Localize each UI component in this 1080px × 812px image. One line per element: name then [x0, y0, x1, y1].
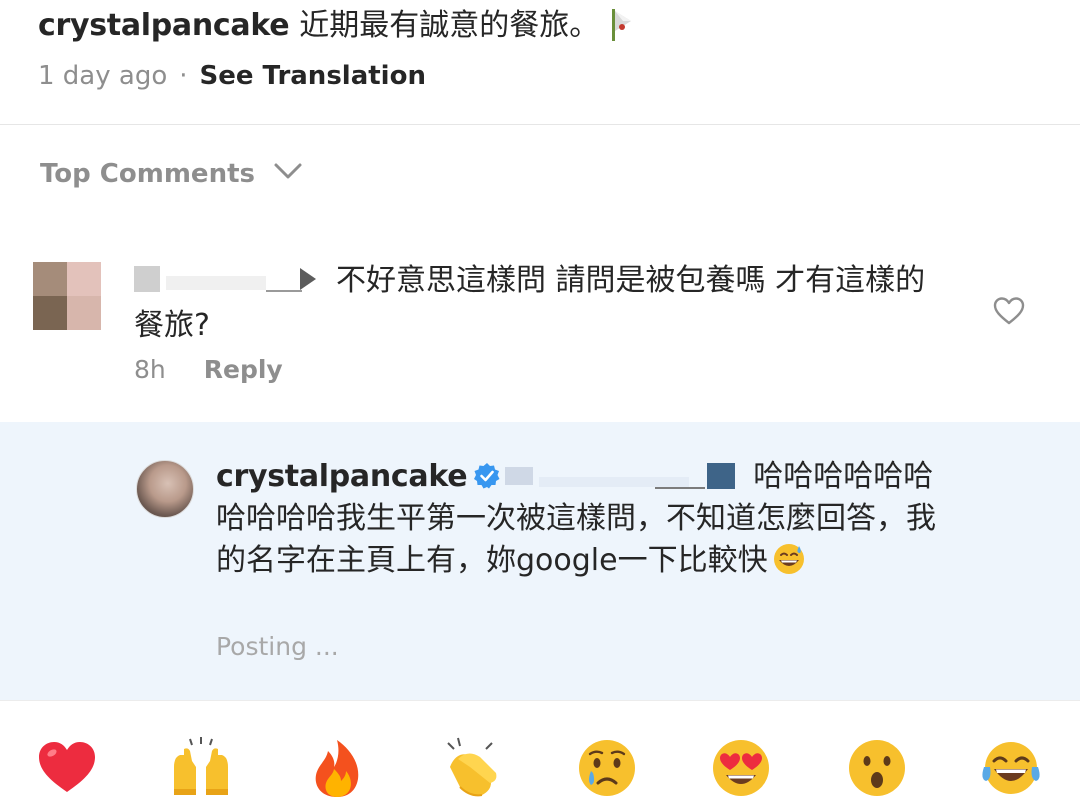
avatar-mosaic-tile: [33, 262, 67, 296]
avatar-mosaic-tile: [67, 296, 101, 330]
meta-separator: ·: [179, 61, 188, 91]
reply-avatar[interactable]: [136, 460, 194, 518]
posting-status: Posting ...: [216, 632, 339, 661]
comment-meta: 8h Reply: [134, 352, 283, 388]
redaction-block: [539, 477, 690, 487]
redaction-line: [655, 487, 706, 489]
heart-outline-icon[interactable]: [992, 296, 1026, 326]
heart-eyes-emoji-icon[interactable]: [710, 737, 772, 799]
reply-username[interactable]: crystalpancake: [216, 459, 468, 494]
tears-of-joy-emoji-icon[interactable]: [980, 737, 1042, 799]
redaction-block: [707, 463, 736, 489]
clapping-hands-emoji-icon[interactable]: [440, 737, 502, 799]
redaction-mark: [300, 268, 316, 290]
commenter-avatar[interactable]: [33, 262, 101, 330]
comment-body: 不好意思這樣問 請問是被包養嗎 才有這樣的餐旅?: [134, 258, 954, 348]
redacted-mention[interactable]: [505, 461, 741, 491]
redaction-block: [134, 266, 160, 292]
reply-body: crystalpancake 哈哈哈哈哈哈哈哈哈哈我生平第一次被這樣問，不知道怎…: [216, 456, 946, 582]
fire-emoji-icon[interactable]: [306, 737, 368, 799]
emoji-reaction-bar: [0, 700, 1080, 812]
red-heart-emoji-icon[interactable]: [36, 737, 98, 799]
crying-face-emoji-icon[interactable]: [576, 737, 638, 799]
redaction-block: [505, 467, 534, 485]
flag-pennant-icon: [612, 9, 632, 41]
avatar-mosaic-tile: [67, 262, 101, 296]
caption-meta: 1 day ago · See Translation: [38, 58, 426, 94]
post-caption: crystalpancake 近期最有誠意的餐旅。: [38, 6, 1048, 46]
section-divider: [0, 124, 1080, 125]
avatar-mosaic-tile: [33, 296, 67, 330]
redaction-block: [166, 276, 266, 290]
caption-timestamp: 1 day ago: [38, 61, 168, 91]
comment-timestamp: 8h: [134, 355, 166, 384]
caption-text: 近期最有誠意的餐旅。: [299, 8, 600, 43]
top-comments-sort[interactable]: Top Comments: [40, 156, 303, 192]
astonished-face-emoji-icon[interactable]: [846, 737, 908, 799]
raised-hands-emoji-icon[interactable]: [170, 737, 232, 799]
grinning-sweat-emoji-icon: [773, 544, 804, 574]
redaction-line: [266, 290, 302, 292]
top-comments-label: Top Comments: [40, 159, 255, 189]
redacted-username[interactable]: [134, 264, 322, 294]
caption-username[interactable]: crystalpancake: [38, 8, 290, 43]
chevron-down-icon[interactable]: [273, 161, 303, 181]
see-translation-link[interactable]: See Translation: [200, 61, 426, 91]
reply-button[interactable]: Reply: [204, 355, 283, 384]
verified-badge-icon: [474, 463, 500, 489]
